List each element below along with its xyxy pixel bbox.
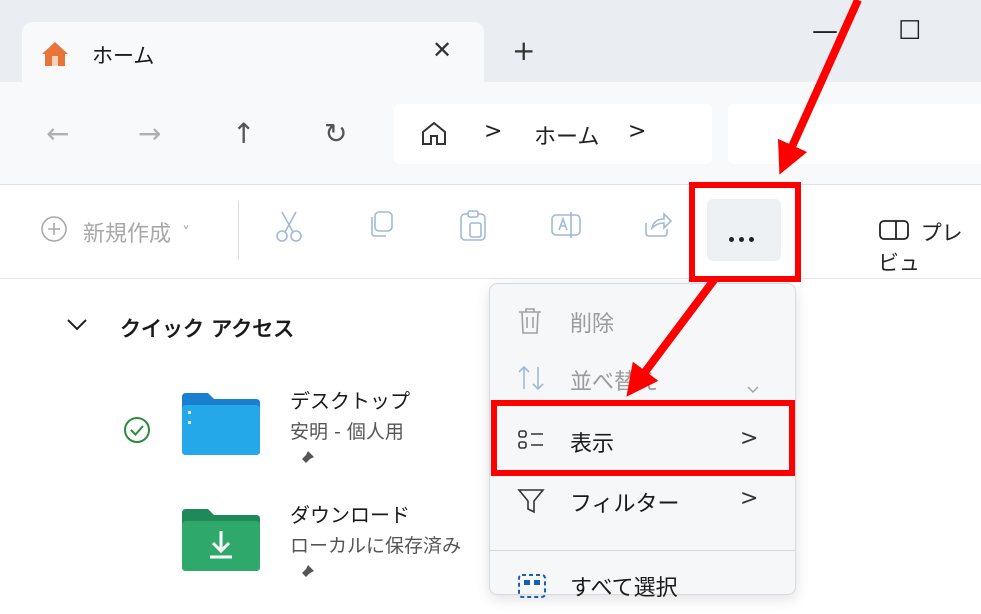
menu-item-label: 並べ替え [570,370,659,395]
copy-icon[interactable] [366,209,396,243]
preview-pane-button[interactable]: プレビュ [878,217,981,277]
maximize-button[interactable]: ☐ [898,16,921,46]
new-chevron-icon: ˅ [182,222,191,242]
home-icon [40,40,70,72]
new-button-label: 新規作成 [83,222,172,247]
downloads-folder-name[interactable]: ダウンロード [290,499,410,528]
address-bar[interactable]: > ホーム > [394,104,712,164]
minimize-button[interactable]: — [812,16,838,46]
filter-icon [516,486,546,520]
menu-item-delete[interactable]: 削除 [490,292,795,350]
breadcrumb-home[interactable]: ホーム [534,119,599,151]
breadcrumb-separator[interactable]: > [484,119,502,144]
toolbar-divider [238,201,239,259]
tab-home[interactable]: ホーム ✕ [22,22,484,82]
title-bar: ホーム ✕ + — ☐ [0,0,981,82]
menu-item-label: フィルター [570,492,680,517]
tab-title: ホーム [92,44,155,68]
downloads-folder-location: ローカルに保存済み [290,535,462,557]
annotation-box-view [491,400,795,476]
preview-pane-icon [878,218,910,247]
forward-button[interactable]: → [138,117,161,150]
plus-circle-icon [40,215,68,249]
refresh-button[interactable]: ↻ [324,117,347,150]
desktop-folder-icon[interactable] [178,391,264,461]
new-tab-button[interactable]: + [512,34,535,67]
paste-icon[interactable] [458,209,488,247]
sort-arrows-icon [516,364,546,396]
chevron-down-icon [746,380,760,399]
command-bar: 新規作成 ˅ プレビュ [0,185,981,279]
collapse-chevron-icon[interactable] [66,317,88,336]
downloads-folder-icon[interactable] [178,507,264,577]
menu-item-label: すべて選択 [570,576,678,601]
share-icon[interactable] [642,209,674,243]
pin-icon[interactable] [296,449,316,473]
rename-icon[interactable] [550,209,582,245]
select-all-icon [516,570,548,604]
synced-check-icon [122,415,152,449]
quick-access-header[interactable]: クイック アクセス [120,313,294,343]
new-button[interactable]: 新規作成 ˅ [40,215,190,249]
cut-icon[interactable] [274,209,304,247]
trash-icon [516,306,544,340]
navigation-bar: ← → ↑ ↻ > ホーム > [0,82,981,185]
desktop-folder-location: 安明 - 個人用 [290,421,404,443]
back-button[interactable]: ← [46,117,69,150]
search-box[interactable] [728,104,981,164]
pin-icon[interactable] [296,563,316,587]
annotation-box-more [689,182,801,282]
submenu-chevron-icon: > [740,486,759,511]
menu-item-select-all[interactable]: すべて選択 [490,556,795,614]
menu-item-label: 削除 [570,312,615,337]
breadcrumb-separator-end[interactable]: > [628,119,646,144]
up-button[interactable]: ↑ [232,117,255,150]
menu-divider [490,550,795,551]
close-tab-icon[interactable]: ✕ [432,36,452,64]
menu-item-filter[interactable]: フィルター > [490,472,795,530]
home-outline-icon [420,120,448,150]
desktop-folder-name[interactable]: デスクトップ [290,385,410,414]
